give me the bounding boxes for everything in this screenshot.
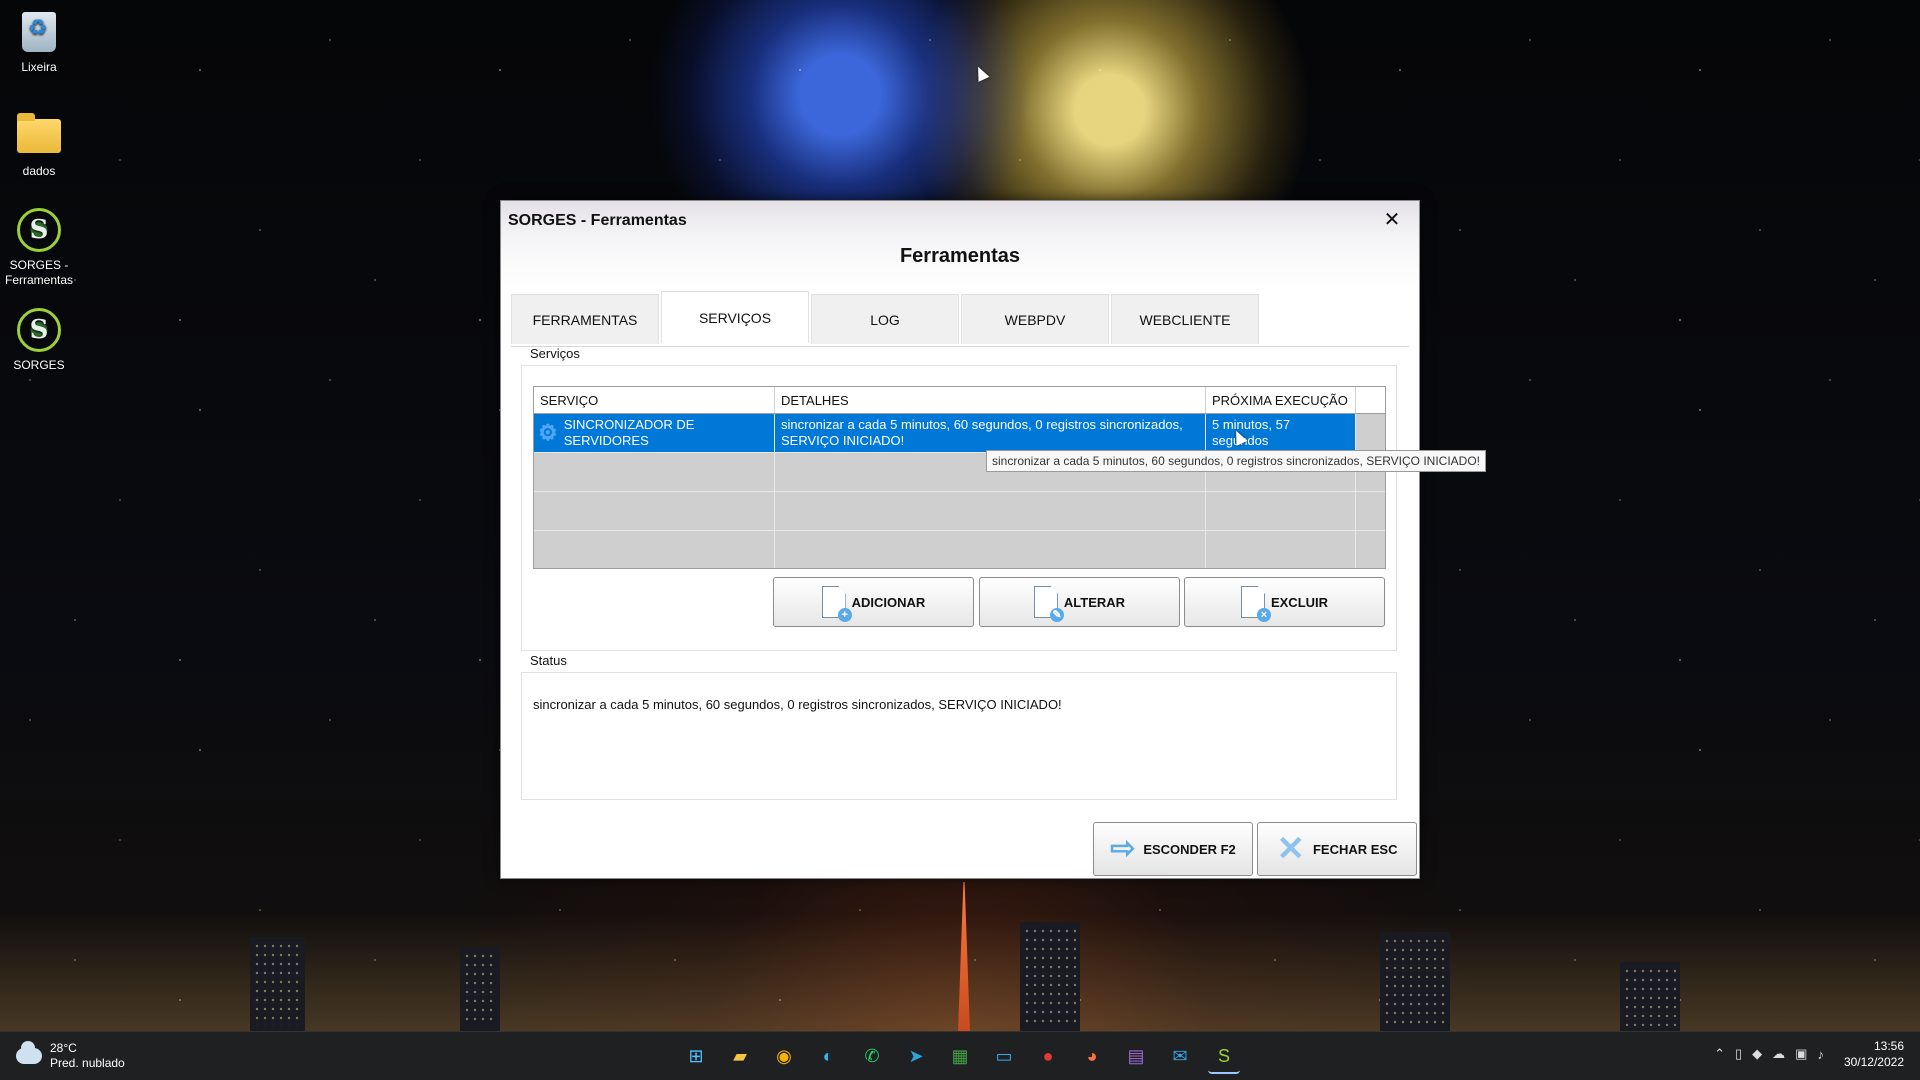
desktop-icon-recycle-bin[interactable]: Lixeira: [0, 8, 78, 75]
desktop-icon-label: dados: [22, 164, 56, 178]
skyline-building: [1620, 962, 1680, 1032]
clock-time: 13:56: [1873, 1039, 1904, 1053]
add-button-label: ADICIONAR: [851, 594, 926, 610]
services-group-label: Serviços: [530, 346, 580, 361]
column-header-servico[interactable]: SERVIÇO: [534, 387, 775, 413]
cloud-sync-icon[interactable]: ☁: [1772, 1046, 1785, 1062]
tab-bar: FERRAMENTAS SERVIÇOS LOG WEBPDV WEBCLIEN…: [511, 291, 1261, 346]
close-icon[interactable]: ✕: [1381, 209, 1403, 231]
system-tray: ⌃ ▯ ◆ ☁ ▣ ♪ 13:56 30/12/2022: [1714, 1038, 1904, 1070]
weather-temperature: 28°C: [50, 1041, 77, 1055]
desktop-icon-sorges[interactable]: SORGES: [0, 306, 78, 373]
skyline-building: [1020, 922, 1080, 1032]
window-titlebar[interactable]: SORGES - Ferramentas ✕: [501, 201, 1419, 239]
battery-icon[interactable]: ▯: [1735, 1046, 1742, 1062]
sorges-ferramentas-window: SORGES - Ferramentas ✕ Ferramentas FERRA…: [500, 200, 1420, 879]
document-add-icon: +: [822, 586, 852, 622]
sorges-icon[interactable]: S: [1208, 1040, 1240, 1074]
firefox-icon[interactable]: ◕: [1076, 1040, 1108, 1072]
edge-icon[interactable]: ◐: [812, 1040, 844, 1072]
hide-button-label: ESCONDER F2: [1143, 841, 1236, 857]
cell-servico: ⚙ SINCRONIZADOR DE SERVIDORES: [534, 414, 775, 452]
service-name: SINCRONIZADOR DE SERVIDORES: [563, 417, 695, 448]
table-row-empty: [534, 492, 1385, 531]
sorges-logo-icon: [17, 208, 61, 252]
recycle-bin-icon: [22, 12, 56, 52]
delete-button-label: EXCLUIR: [1270, 594, 1329, 610]
cell-proxima-execucao: 5 minutos, 57 segundos: [1206, 414, 1356, 452]
close-window-button-label: FECHAR ESC: [1312, 841, 1398, 857]
services-grid[interactable]: SERVIÇO DETALHES PRÓXIMA EXECUÇÃO ⚙ SINC…: [533, 386, 1386, 569]
telegram-icon[interactable]: ➤: [900, 1040, 932, 1072]
shield-icon[interactable]: ◆: [1752, 1046, 1762, 1062]
desktop-icon-dados[interactable]: dados: [0, 112, 78, 179]
app-red-icon[interactable]: ●: [1032, 1040, 1064, 1072]
clock-date: 30/12/2022: [1843, 1055, 1904, 1069]
close-window-button[interactable]: ✕ FECHAR ESC: [1257, 822, 1417, 876]
column-header-proxima-execucao[interactable]: PRÓXIMA EXECUÇÃO: [1206, 387, 1356, 413]
mail-icon[interactable]: ✉: [1164, 1040, 1196, 1072]
folder-icon: [17, 113, 61, 153]
add-button[interactable]: + ADICIONAR: [773, 577, 974, 627]
chevron-up-icon[interactable]: ⌃: [1714, 1046, 1725, 1062]
desktop-icon-label: SORGES: [13, 358, 65, 372]
servicos-tab-panel: Serviços SERVIÇO DETALHES PRÓXIMA EXECUÇ…: [511, 346, 1409, 815]
grid-header: SERVIÇO DETALHES PRÓXIMA EXECUÇÃO: [534, 387, 1385, 414]
volume-icon[interactable]: ♪: [1817, 1047, 1824, 1062]
delete-button[interactable]: × EXCLUIR: [1184, 577, 1385, 627]
tab-webpdv[interactable]: WEBPDV: [961, 294, 1109, 344]
page-title: Ferramentas: [899, 245, 1021, 267]
header-band: Ferramentas: [501, 239, 1419, 289]
whatsapp-icon[interactable]: ✆: [856, 1040, 888, 1072]
status-group: Status sincronizar a cada 5 minutos, 60 …: [521, 653, 1397, 800]
services-group: Serviços SERVIÇO DETALHES PRÓXIMA EXECUÇ…: [521, 346, 1397, 651]
skyline-building: [460, 947, 500, 1032]
column-header-detalhes[interactable]: DETALHES: [775, 387, 1206, 413]
window-title: SORGES - Ferramentas: [508, 212, 687, 229]
clock[interactable]: 13:56 30/12/2022: [1844, 1038, 1904, 1070]
document-edit-icon: ✎: [1034, 586, 1064, 622]
tab-servicos[interactable]: SERVIÇOS: [661, 291, 809, 343]
tab-log[interactable]: LOG: [811, 294, 959, 344]
tab-ferramentas[interactable]: FERRAMENTAS: [511, 294, 659, 344]
taskbar-apps: ⊞ ▰ ◉ ◐ ✆ ➤ ▦ ▭ ● ◕ ▤ ✉ S: [680, 1040, 1240, 1074]
weather-widget[interactable]: 28°C Pred. nublado: [16, 1041, 125, 1071]
table-row-empty: [534, 531, 1385, 568]
skyline-building: [1380, 932, 1450, 1032]
chrome-icon[interactable]: ◉: [768, 1040, 800, 1072]
gear-icon: ⚙: [538, 420, 558, 445]
document-delete-icon: ×: [1241, 586, 1271, 622]
windows-start-icon[interactable]: ⊞: [680, 1040, 712, 1072]
close-x-icon: ✕: [1276, 830, 1305, 868]
sorges-logo-icon: [17, 308, 61, 352]
edit-button[interactable]: ✎ ALTERAR: [979, 577, 1180, 627]
media-icon[interactable]: ▤: [1120, 1040, 1152, 1072]
cloud-icon: [16, 1041, 42, 1064]
status-text: sincronizar a cada 5 minutos, 60 segundo…: [533, 697, 1062, 712]
arrow-right-icon: ⇨: [1110, 832, 1136, 865]
table-row[interactable]: ⚙ SINCRONIZADOR DE SERVIDORES sincroniza…: [534, 414, 1385, 453]
hide-button[interactable]: ⇨ ESCONDER F2: [1093, 822, 1253, 876]
desktop-icon-label: SORGES - Ferramentas: [4, 258, 74, 287]
desktop-icon-label: Lixeira: [21, 60, 57, 74]
desktop-icon-sorges-ferramentas[interactable]: SORGES - Ferramentas: [0, 206, 78, 288]
tab-webcliente[interactable]: WEBCLIENTE: [1111, 294, 1259, 344]
edit-button-label: ALTERAR: [1063, 594, 1126, 610]
details-tooltip: sincronizar a cada 5 minutos, 60 segundo…: [986, 450, 1486, 472]
cell-detalhes: sincronizar a cada 5 minutos, 60 segundo…: [775, 414, 1206, 452]
weather-description: Pred. nublado: [50, 1056, 125, 1070]
file-explorer-icon[interactable]: ▰: [724, 1040, 756, 1072]
network-icon[interactable]: ▣: [1795, 1046, 1807, 1062]
status-group-label: Status: [530, 653, 567, 668]
taskbar: 28°C Pred. nublado ⊞ ▰ ◉ ◐ ✆ ➤ ▦ ▭ ● ◕ ▤…: [0, 1031, 1920, 1080]
remote-icon[interactable]: ▭: [988, 1040, 1020, 1072]
skyline-building: [250, 937, 305, 1032]
spreadsheet-icon[interactable]: ▦: [944, 1040, 976, 1072]
